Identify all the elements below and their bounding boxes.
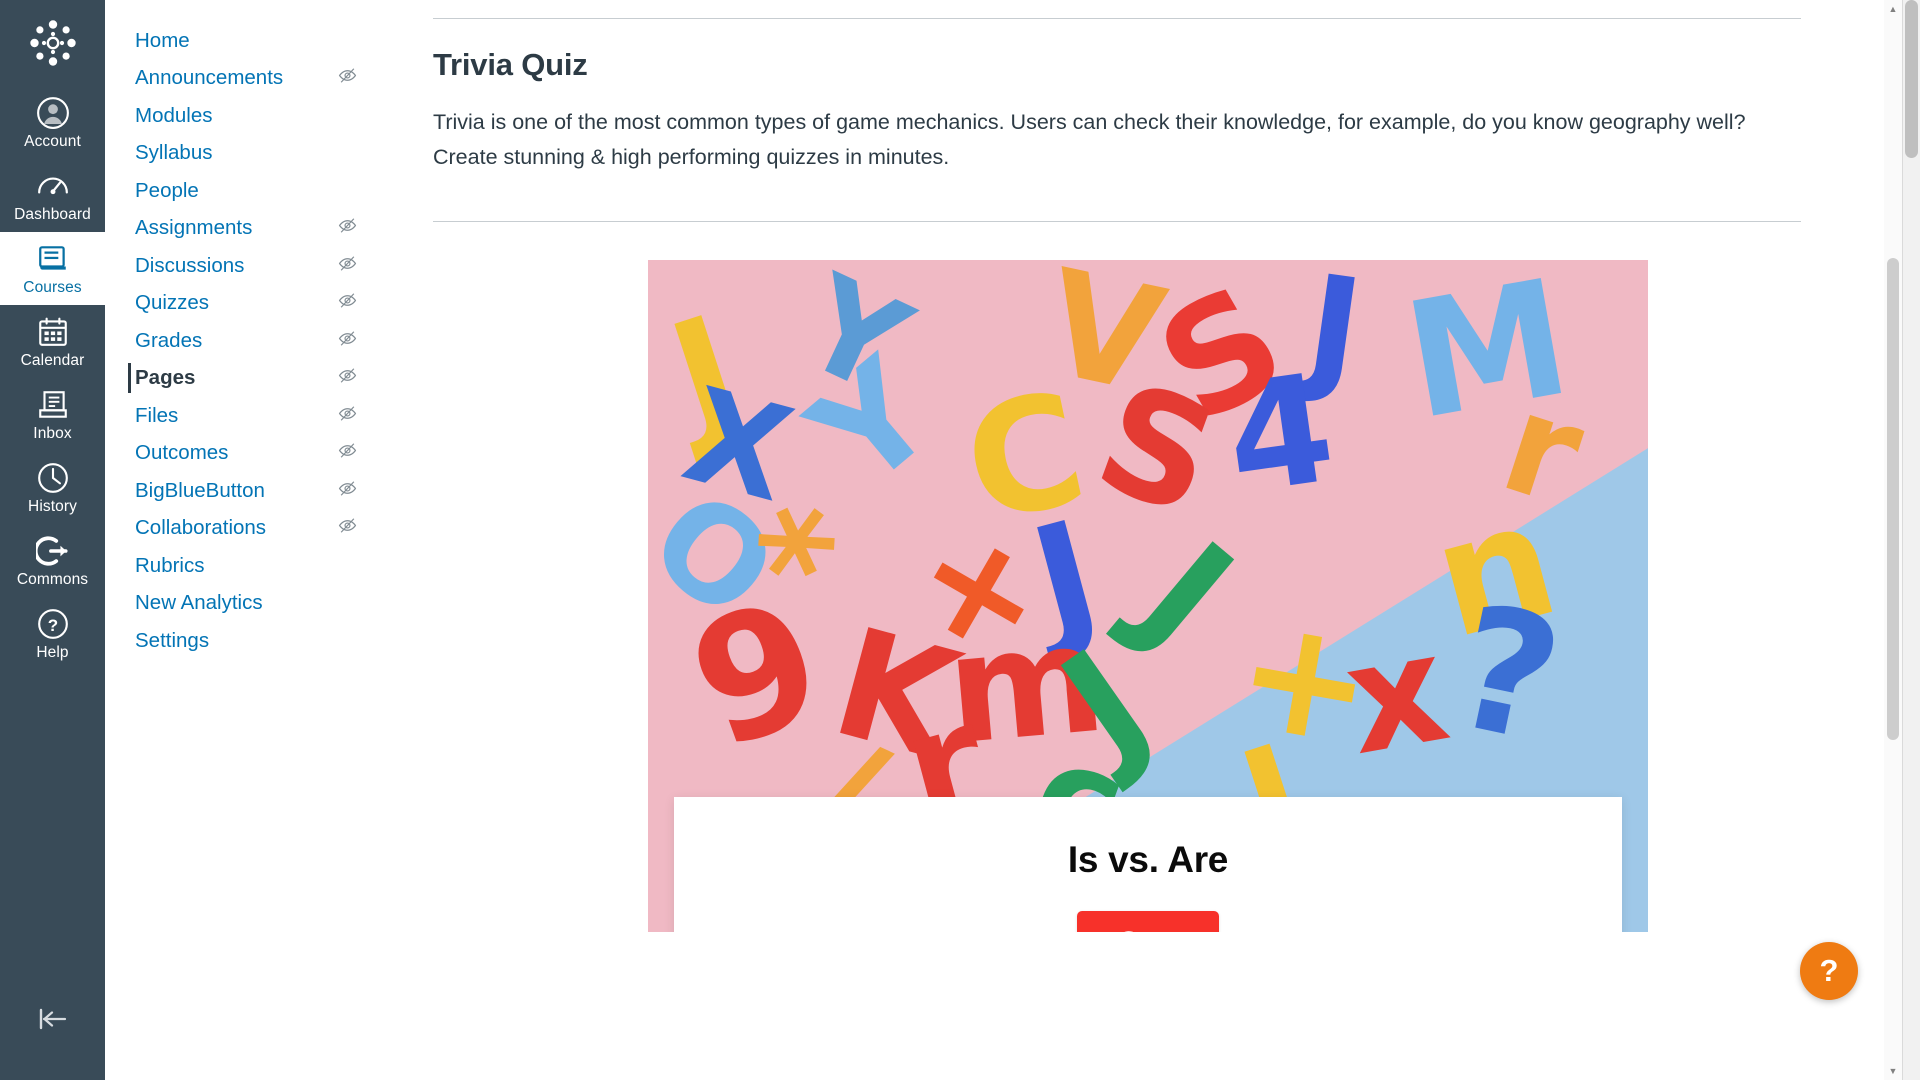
course-nav-item-new-analytics[interactable]: New Analytics <box>105 585 381 623</box>
photo-letter: 4 <box>1216 341 1344 529</box>
course-nav-link-label[interactable]: Settings <box>135 628 209 654</box>
global-nav-dashboard-label: Dashboard <box>14 206 91 223</box>
inner-scrollbar[interactable]: ▲ ▼ <box>1884 0 1902 1080</box>
global-nav-account-label: Account <box>24 133 81 150</box>
global-nav-help-label: Help <box>36 644 69 661</box>
start-button[interactable]: Start <box>1077 911 1219 932</box>
course-nav-link-label[interactable]: Rubrics <box>135 553 205 579</box>
global-nav-commons-label: Commons <box>16 571 89 588</box>
quiz-card-title: Is vs. Are <box>1067 839 1229 880</box>
help-floating-button[interactable]: ? <box>1800 942 1858 1000</box>
quiz-card: Is vs. Are Start <box>674 797 1622 932</box>
global-nav-courses-label: Courses <box>23 279 82 296</box>
course-nav-item-grades[interactable]: Grades <box>105 322 381 360</box>
global-nav-calendar-label: Calendar <box>20 352 85 369</box>
divider-mid <box>433 221 1801 222</box>
eye-slash-icon <box>338 441 357 465</box>
course-nav-item-rubrics[interactable]: Rubrics <box>105 547 381 585</box>
main-content: Trivia Quiz Trivia is one of the most co… <box>381 0 1920 1080</box>
page-title: Trivia Quiz <box>433 47 588 82</box>
question-mark-icon: ? <box>1819 952 1839 988</box>
outer-scrollbar-thumb[interactable] <box>1905 0 1918 158</box>
eye-slash-icon <box>338 66 357 90</box>
course-nav-link-label[interactable]: Modules <box>135 103 213 129</box>
svg-text:?: ? <box>47 616 57 635</box>
course-nav-item-outcomes[interactable]: Outcomes <box>105 435 381 473</box>
course-nav-item-people[interactable]: People <box>105 172 381 210</box>
global-nav-history[interactable]: History <box>0 451 105 524</box>
divider-top <box>433 18 1801 19</box>
course-nav-link-label[interactable]: Pages <box>135 365 195 391</box>
course-nav-item-settings[interactable]: Settings <box>105 622 381 660</box>
course-nav-item-syllabus[interactable]: Syllabus <box>105 135 381 173</box>
course-nav-link-label[interactable]: Quizzes <box>135 290 209 316</box>
course-nav-link-label[interactable]: Grades <box>135 328 202 354</box>
global-nav-history-label: History <box>28 498 77 515</box>
outer-scrollbar[interactable] <box>1902 0 1920 1080</box>
global-nav-commons[interactable]: Commons <box>0 524 105 597</box>
quiz-embed[interactable]: J Y V S J M X Y C S 4 r O * + J J n 9 K … <box>648 260 1648 932</box>
eye-slash-icon <box>338 516 357 540</box>
scroll-down-arrow[interactable]: ▼ <box>1884 1062 1902 1080</box>
course-nav-item-quizzes[interactable]: Quizzes <box>105 285 381 323</box>
course-nav-link-label[interactable]: Outcomes <box>135 440 228 466</box>
global-nav-dashboard[interactable]: Dashboard <box>0 159 105 232</box>
global-nav-inbox-label: Inbox <box>33 425 72 442</box>
page-root: Account Dashboard Courses Calendar Inbox… <box>0 0 1920 1080</box>
course-nav-link-label[interactable]: Home <box>135 28 190 54</box>
course-navigation: Home Announcements Modules Syllabus People As… <box>105 0 381 1080</box>
content-wrapper: Trivia Quiz Trivia is one of the most co… <box>381 18 1841 932</box>
eye-slash-icon <box>338 479 357 503</box>
course-nav-link-label[interactable]: Files <box>135 403 178 429</box>
course-nav-link-label[interactable]: People <box>135 178 199 204</box>
course-nav-link-label[interactable]: Syllabus <box>135 140 213 166</box>
collapse-left-icon[interactable] <box>0 1006 105 1032</box>
eye-slash-icon <box>338 404 357 428</box>
course-nav-link-label[interactable]: Announcements <box>135 65 283 91</box>
course-nav-item-home[interactable]: Home <box>105 22 381 60</box>
eye-slash-icon <box>338 291 357 315</box>
course-nav-link-label[interactable]: New Analytics <box>135 590 263 616</box>
eye-slash-icon <box>338 329 357 353</box>
course-nav-link-label[interactable]: Discussions <box>135 253 244 279</box>
course-nav-link-label[interactable]: Collaborations <box>135 515 266 541</box>
global-nav-calendar[interactable]: Calendar <box>0 305 105 378</box>
page-body-text: Trivia is one of the most common types o… <box>433 110 1746 169</box>
global-nav-inbox[interactable]: Inbox <box>0 378 105 451</box>
global-nav-courses[interactable]: Courses <box>0 232 105 305</box>
inner-scrollbar-thumb[interactable] <box>1887 258 1899 740</box>
course-navigation-list: Home Announcements Modules Syllabus People As… <box>105 22 381 660</box>
global-nav-account[interactable]: Account <box>0 86 105 159</box>
course-nav-item-discussions[interactable]: Discussions <box>105 247 381 285</box>
global-navigation: Account Dashboard Courses Calendar Inbox… <box>0 0 105 1080</box>
canvas-logo[interactable] <box>0 0 105 86</box>
course-nav-item-announcements[interactable]: Announcements <box>105 60 381 98</box>
course-nav-link-label[interactable]: BigBlueButton <box>135 478 265 504</box>
global-nav-help[interactable]: ? Help <box>0 597 105 670</box>
course-nav-item-files[interactable]: Files <box>105 397 381 435</box>
course-nav-link-label[interactable]: Assignments <box>135 215 252 241</box>
eye-slash-icon <box>338 216 357 240</box>
course-nav-item-bigbluebutton[interactable]: BigBlueButton <box>105 472 381 510</box>
eye-slash-icon <box>338 254 357 278</box>
course-nav-item-collaborations[interactable]: Collaborations <box>105 510 381 548</box>
course-nav-item-modules[interactable]: Modules <box>105 97 381 135</box>
course-nav-item-pages[interactable]: Pages <box>105 360 381 398</box>
eye-slash-icon <box>338 366 357 390</box>
scroll-up-arrow[interactable]: ▲ <box>1884 0 1902 18</box>
course-nav-item-assignments[interactable]: Assignments <box>105 210 381 248</box>
